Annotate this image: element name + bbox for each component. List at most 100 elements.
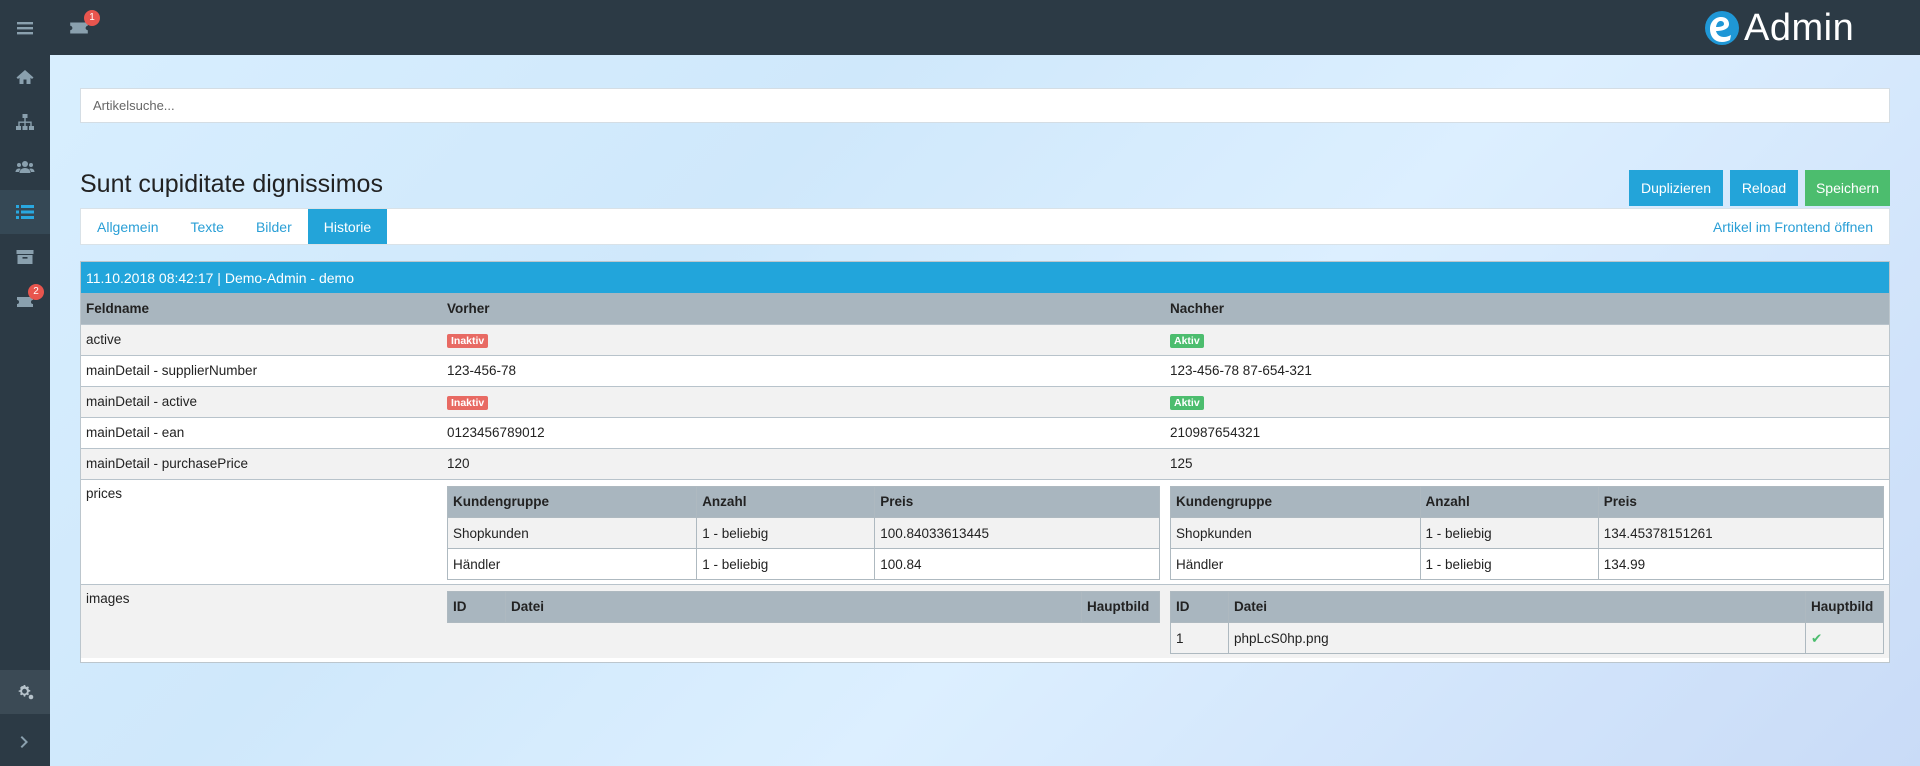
field-name: mainDetail - ean bbox=[81, 417, 442, 448]
status-badge-active: Aktiv bbox=[1170, 333, 1204, 348]
column-header-id: ID bbox=[1170, 590, 1229, 623]
field-name: mainDetail - purchasePrice bbox=[81, 448, 442, 479]
table-row-prices: prices Kundengruppe Anzahl Preis Shopkun… bbox=[81, 479, 1889, 584]
status-badge-inactive: Inaktiv bbox=[447, 333, 489, 348]
price: 100.84 bbox=[874, 547, 1160, 580]
table-row: active Inaktiv Aktiv bbox=[81, 324, 1889, 355]
column-header-quantity: Anzahl bbox=[1419, 485, 1599, 518]
column-header-before: Vorher bbox=[442, 293, 1165, 324]
quantity: 1 - beliebig bbox=[696, 516, 876, 549]
sidebar-item-customers[interactable] bbox=[0, 145, 50, 189]
column-header-file: Datei bbox=[1228, 590, 1806, 623]
price: 100.84033613445 bbox=[874, 516, 1160, 549]
column-header-price: Preis bbox=[874, 485, 1160, 518]
sidebar-expand-button[interactable] bbox=[0, 720, 50, 764]
table-row: Händler 1 - beliebig 134.99 bbox=[1170, 547, 1885, 580]
page-title: Sunt cupiditate dignissimos bbox=[80, 170, 383, 198]
after-value: 123-456-78 87-654-321 bbox=[1165, 355, 1889, 386]
notification-badge: 1 bbox=[84, 10, 100, 26]
users-icon bbox=[15, 161, 35, 173]
field-name: prices bbox=[81, 479, 442, 584]
column-header-quantity: Anzahl bbox=[696, 485, 876, 518]
table-row: mainDetail - ean 0123456789012 210987654… bbox=[81, 417, 1889, 448]
images-before-table: ID Datei Hauptbild bbox=[447, 590, 1160, 623]
history-table: Feldname Vorher Nachher active Inaktiv A… bbox=[81, 293, 1889, 658]
column-header-field: Feldname bbox=[81, 293, 442, 324]
ez-logo-icon bbox=[1705, 11, 1739, 45]
customer-group: Händler bbox=[446, 547, 698, 580]
tab-general[interactable]: Allgemein bbox=[81, 209, 174, 244]
image-id: 1 bbox=[1170, 621, 1229, 654]
hamburger-icon bbox=[17, 22, 33, 35]
settings-button[interactable] bbox=[0, 670, 50, 714]
sidebar-item-tickets[interactable]: 2 bbox=[0, 280, 50, 324]
quantity: 1 - beliebig bbox=[1419, 547, 1599, 580]
duplicate-button[interactable]: Duplizieren bbox=[1629, 170, 1723, 206]
list-icon bbox=[16, 205, 34, 219]
price: 134.45378151261 bbox=[1597, 516, 1885, 549]
after-value: 210987654321 bbox=[1165, 417, 1889, 448]
column-header-after: Nachher bbox=[1165, 293, 1889, 324]
column-header-file: Datei bbox=[505, 590, 1082, 623]
field-name: mainDetail - supplierNumber bbox=[81, 355, 442, 386]
sidebar-item-home[interactable] bbox=[0, 55, 50, 99]
menu-toggle-button[interactable] bbox=[0, 6, 50, 50]
image-file: phpLcS0hp.png bbox=[1228, 621, 1806, 654]
images-after-table: ID Datei Hauptbild 1 phpLcS0hp.png ✔ bbox=[1170, 590, 1884, 654]
customer-group: Shopkunden bbox=[1170, 516, 1421, 549]
tab-texts[interactable]: Texte bbox=[174, 209, 239, 244]
tab-images[interactable]: Bilder bbox=[240, 209, 308, 244]
table-row: mainDetail - supplierNumber 123-456-78 1… bbox=[81, 355, 1889, 386]
before-value: 120 bbox=[442, 448, 1165, 479]
before-value: 0123456789012 bbox=[442, 417, 1165, 448]
chevron-right-icon bbox=[20, 736, 28, 748]
field-name: active bbox=[81, 324, 442, 355]
logo: Admin bbox=[1702, 6, 1854, 50]
column-header-customer-group: Kundengruppe bbox=[446, 485, 698, 518]
table-row: 1 phpLcS0hp.png ✔ bbox=[1170, 621, 1884, 654]
price: 134.99 bbox=[1597, 547, 1885, 580]
table-row: mainDetail - purchasePrice 120 125 bbox=[81, 448, 1889, 479]
prices-after-table: Kundengruppe Anzahl Preis Shopkunden 1 -… bbox=[1170, 485, 1885, 580]
column-header-main-image: Hauptbild bbox=[1805, 590, 1884, 623]
prices-before-table: Kundengruppe Anzahl Preis Shopkunden 1 -… bbox=[446, 485, 1160, 580]
home-icon bbox=[16, 70, 34, 84]
reload-button[interactable]: Reload bbox=[1730, 170, 1798, 206]
field-name: images bbox=[81, 584, 442, 658]
table-row: Shopkunden 1 - beliebig 100.84033613445 bbox=[446, 516, 1160, 549]
table-row-images: images ID Datei Hauptbild ID Datei Haupt… bbox=[81, 584, 1889, 658]
sidebar: 2 bbox=[0, 0, 50, 766]
column-header-price: Preis bbox=[1597, 485, 1885, 518]
field-name: mainDetail - active bbox=[81, 386, 442, 417]
quantity: 1 - beliebig bbox=[696, 547, 876, 580]
save-button[interactable]: Speichern bbox=[1805, 170, 1890, 206]
customer-group: Shopkunden bbox=[446, 516, 698, 549]
archive-icon bbox=[16, 250, 34, 264]
topbar: 1 Admin bbox=[50, 0, 1920, 55]
status-badge-inactive: Inaktiv bbox=[447, 395, 489, 410]
gears-icon bbox=[18, 685, 34, 700]
column-header-main-image: Hauptbild bbox=[1081, 590, 1160, 623]
after-value: 125 bbox=[1165, 448, 1889, 479]
column-header-customer-group: Kundengruppe bbox=[1170, 485, 1421, 518]
article-tabs: Allgemein Texte Bilder Historie Artikel … bbox=[80, 208, 1890, 245]
table-row: Shopkunden 1 - beliebig 134.45378151261 bbox=[1170, 516, 1885, 549]
quantity: 1 - beliebig bbox=[1419, 516, 1599, 549]
checkmark-icon: ✔ bbox=[1805, 621, 1884, 654]
history-panel: 11.10.2018 08:42:17 | Demo-Admin - demo … bbox=[80, 261, 1890, 663]
notification-badge: 2 bbox=[28, 284, 44, 300]
tab-history[interactable]: Historie bbox=[307, 209, 388, 244]
brand-name: Admin bbox=[1744, 6, 1855, 49]
column-header-id: ID bbox=[447, 590, 506, 623]
article-search-input[interactable] bbox=[80, 88, 1890, 123]
history-entry-header: 11.10.2018 08:42:17 | Demo-Admin - demo bbox=[81, 262, 1889, 293]
sidebar-item-archive[interactable] bbox=[0, 235, 50, 279]
table-row: Händler 1 - beliebig 100.84 bbox=[446, 547, 1160, 580]
sidebar-item-articles[interactable] bbox=[0, 190, 50, 234]
open-in-frontend-link[interactable]: Artikel im Frontend öffnen bbox=[1713, 209, 1889, 244]
before-value: 123-456-78 bbox=[442, 355, 1165, 386]
table-row: mainDetail - active Inaktiv Aktiv bbox=[81, 386, 1889, 417]
sidebar-item-structure[interactable] bbox=[0, 100, 50, 144]
sitemap-icon bbox=[16, 114, 34, 130]
customer-group: Händler bbox=[1170, 547, 1421, 580]
